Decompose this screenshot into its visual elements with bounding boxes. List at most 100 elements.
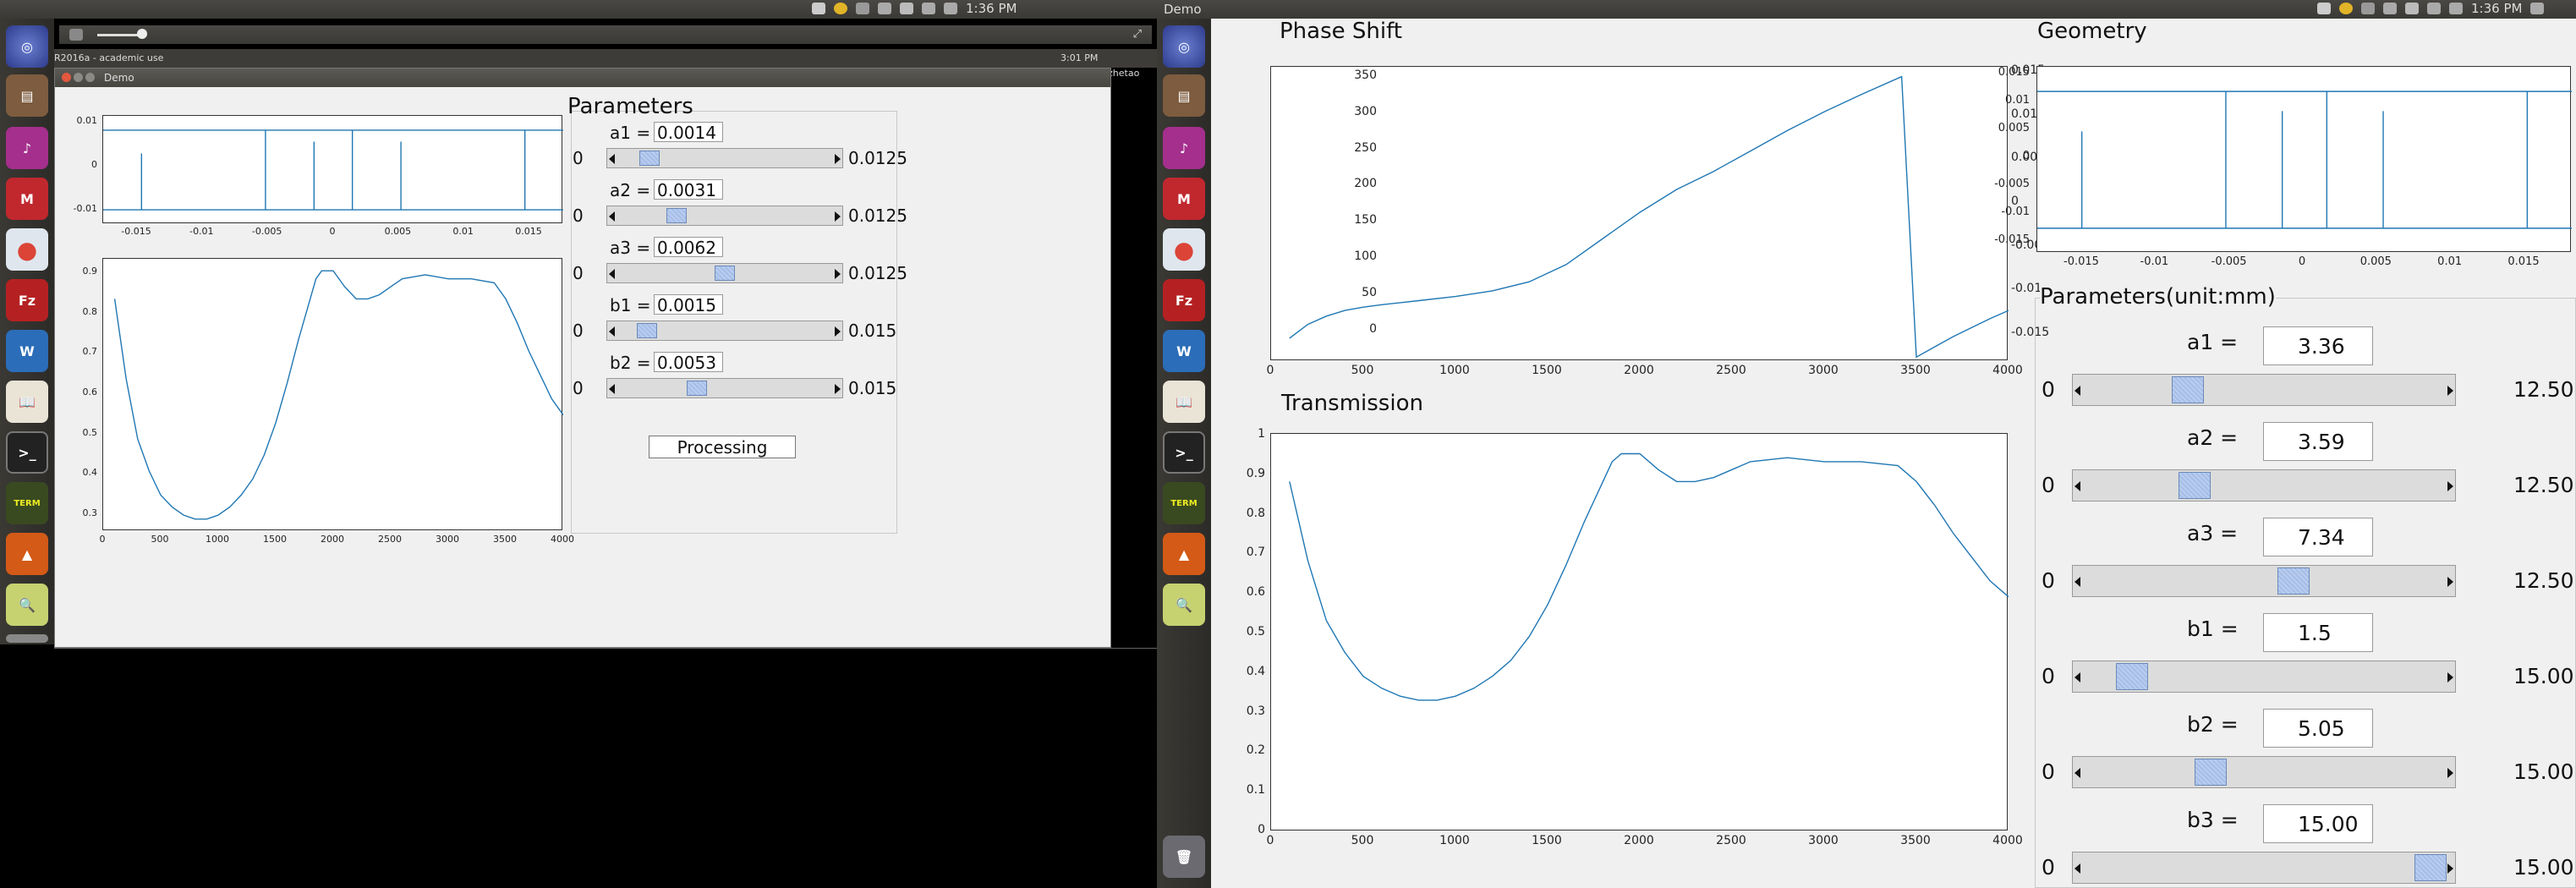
param-slider[interactable]: [2072, 374, 2456, 406]
param-slider[interactable]: [2072, 565, 2456, 597]
files-icon[interactable]: ▤: [6, 74, 48, 117]
close-icon[interactable]: [62, 73, 71, 82]
param-value-input[interactable]: 1.5: [2263, 613, 2373, 652]
slider-right-arrow-icon[interactable]: [2447, 481, 2453, 491]
transmission-axes[interactable]: [1270, 433, 2009, 830]
chrome-icon[interactable]: ●: [1163, 228, 1205, 271]
terminal-icon[interactable]: >_: [1163, 431, 1205, 474]
keyboard-icon[interactable]: [856, 3, 869, 14]
param-slider[interactable]: [606, 206, 843, 226]
mendeley-icon[interactable]: M: [6, 178, 48, 220]
param-slider[interactable]: [2072, 469, 2456, 502]
param-value-input[interactable]: 15.00: [2263, 804, 2373, 843]
mail-icon[interactable]: [922, 3, 935, 14]
matlab-icon[interactable]: ▲: [1163, 533, 1205, 575]
clock[interactable]: 1:36 PM: [966, 1, 1017, 16]
terminal-icon[interactable]: >_: [6, 431, 48, 474]
param-value-input[interactable]: 0.0053: [654, 352, 723, 372]
fullscreen-icon[interactable]: ⤢: [1133, 28, 1142, 41]
slider-right-arrow-icon[interactable]: [2447, 863, 2453, 874]
slider-thumb[interactable]: [715, 266, 736, 281]
xterm-icon[interactable]: TERM: [1163, 482, 1205, 524]
dash-icon[interactable]: ◎: [1163, 25, 1205, 68]
param-slider[interactable]: [606, 148, 843, 168]
minimize-icon[interactable]: [74, 73, 83, 82]
clock[interactable]: 1:36 PM: [2471, 1, 2522, 16]
filezilla-icon[interactable]: Fz: [1163, 279, 1205, 321]
slider-thumb[interactable]: [666, 208, 687, 223]
slider-left-arrow-icon[interactable]: [2075, 768, 2080, 778]
slider-right-arrow-icon[interactable]: [2447, 768, 2453, 778]
slider-right-arrow-icon[interactable]: [2447, 386, 2453, 396]
chrome-icon[interactable]: ●: [6, 228, 48, 271]
slider-thumb[interactable]: [686, 381, 707, 396]
slider-left-arrow-icon[interactable]: [609, 154, 615, 164]
param-value-input[interactable]: 0.0015: [654, 294, 723, 315]
keyboard-icon[interactable]: [2361, 3, 2375, 14]
wifi-icon[interactable]: [900, 3, 913, 14]
param-slider[interactable]: [606, 263, 843, 283]
param-value-input[interactable]: 5.05: [2263, 709, 2373, 748]
dropbox-icon[interactable]: [812, 3, 825, 14]
slider-thumb[interactable]: [2195, 759, 2228, 786]
matlab-icon[interactable]: ▲: [6, 533, 48, 575]
mail-icon[interactable]: [2427, 3, 2441, 14]
param-slider[interactable]: [606, 378, 843, 398]
filezilla-icon[interactable]: Fz: [6, 279, 48, 321]
gear-icon[interactable]: [2530, 3, 2545, 14]
slider-thumb[interactable]: [2277, 567, 2310, 595]
slider-right-arrow-icon[interactable]: [835, 211, 841, 222]
music-icon[interactable]: ♪: [6, 127, 48, 169]
slider-left-arrow-icon[interactable]: [609, 269, 615, 279]
wifi-icon[interactable]: [2405, 3, 2419, 14]
param-slider[interactable]: [2072, 852, 2456, 884]
dash-icon[interactable]: ◎: [6, 25, 48, 68]
dropbox-icon[interactable]: [2317, 3, 2331, 14]
ebook-icon[interactable]: 📖: [1163, 381, 1205, 423]
trash-icon[interactable]: [6, 634, 48, 643]
param-value-input[interactable]: 0.0062: [654, 237, 723, 257]
slider-left-arrow-icon[interactable]: [609, 326, 615, 337]
slider-thumb[interactable]: [639, 151, 660, 166]
param-slider[interactable]: [2072, 661, 2456, 693]
param-slider[interactable]: [2072, 756, 2456, 788]
volume-icon[interactable]: [2449, 3, 2463, 14]
wps-writer-icon[interactable]: W: [6, 330, 48, 372]
inner-volume-knob[interactable]: [137, 29, 147, 39]
param-value-input[interactable]: 7.34: [2263, 518, 2373, 556]
param-value-input[interactable]: 3.36: [2263, 326, 2373, 365]
processing-button[interactable]: Processing: [649, 436, 796, 458]
slider-left-arrow-icon[interactable]: [609, 211, 615, 222]
slider-left-arrow-icon[interactable]: [2075, 481, 2080, 491]
image-viewer-icon[interactable]: 🔍: [6, 584, 48, 626]
slider-left-arrow-icon[interactable]: [609, 384, 615, 394]
slider-left-arrow-icon[interactable]: [2075, 863, 2080, 874]
maximize-icon[interactable]: [85, 73, 95, 82]
image-viewer-icon[interactable]: 🔍: [1163, 584, 1205, 626]
slider-right-arrow-icon[interactable]: [2447, 577, 2453, 587]
inner-menu-icon[interactable]: [69, 29, 83, 41]
ebook-icon[interactable]: 📖: [6, 381, 48, 423]
battery-icon[interactable]: [2383, 3, 2397, 14]
battery-icon[interactable]: [878, 3, 891, 14]
param-slider[interactable]: [606, 321, 843, 341]
slider-thumb[interactable]: [2172, 376, 2205, 403]
slider-left-arrow-icon[interactable]: [2075, 386, 2080, 396]
trash-icon[interactable]: 🗑: [1163, 836, 1205, 878]
slider-right-arrow-icon[interactable]: [835, 384, 841, 394]
slider-thumb[interactable]: [2414, 854, 2447, 881]
volume-icon[interactable]: [944, 3, 957, 14]
wps-writer-icon[interactable]: W: [1163, 330, 1205, 372]
slider-thumb[interactable]: [637, 323, 658, 338]
chrome-icon[interactable]: [834, 3, 847, 14]
slider-right-arrow-icon[interactable]: [835, 326, 841, 337]
files-icon[interactable]: ▤: [1163, 74, 1205, 117]
mendeley-icon[interactable]: M: [1163, 178, 1205, 220]
slider-left-arrow-icon[interactable]: [2075, 577, 2080, 587]
slider-left-arrow-icon[interactable]: [2075, 672, 2080, 682]
param-value-input[interactable]: 3.59: [2263, 422, 2373, 461]
transmission-axes-small[interactable]: [102, 258, 563, 530]
param-value-input[interactable]: 0.0031: [654, 179, 723, 200]
slider-right-arrow-icon[interactable]: [2447, 672, 2453, 682]
slider-right-arrow-icon[interactable]: [835, 154, 841, 164]
